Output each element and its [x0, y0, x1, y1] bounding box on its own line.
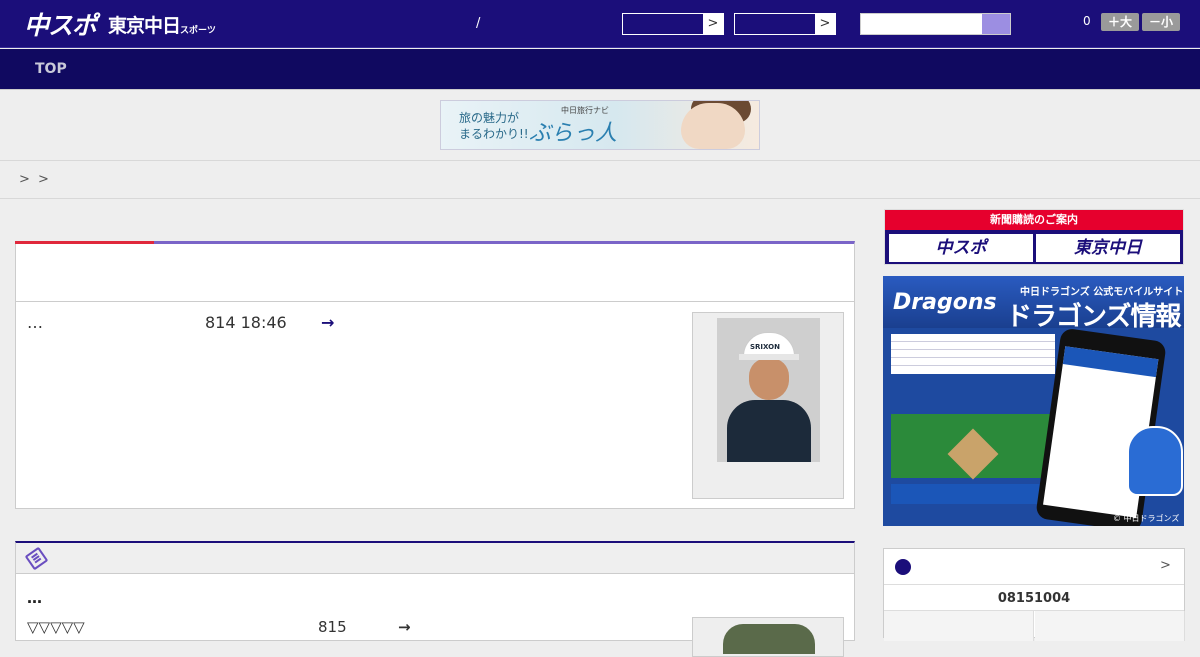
- cap-logo: SRIXON: [750, 343, 780, 351]
- read-more-link[interactable]: →: [398, 618, 411, 636]
- font-larger-button[interactable]: ＋大: [1101, 13, 1139, 31]
- select-arrow-icon: >: [815, 14, 835, 34]
- site-header: 中スポ 東京中日 スポーツ / > > 0 ＋大 －小: [0, 0, 1200, 48]
- table-cell: [884, 611, 1034, 641]
- search-input[interactable]: [860, 13, 1011, 35]
- font-smaller-button[interactable]: －小: [1142, 13, 1180, 31]
- logo-sports: スポーツ: [180, 25, 216, 36]
- standings-date: 08151004: [997, 591, 1071, 606]
- select-arrow-icon: >: [703, 14, 723, 34]
- site-logo[interactable]: 中スポ 東京中日 スポーツ: [24, 8, 216, 40]
- travel-banner-ad[interactable]: 旅の魅力が まるわかり!! 中日旅行ナビ ぶらっ人: [440, 100, 760, 150]
- golfer-photo: SRIXON: [717, 318, 820, 462]
- article-list: … ▽▽▽▽▽ 815 →: [15, 541, 855, 657]
- banner-model-image: [681, 103, 745, 149]
- read-more-link[interactable]: →: [321, 313, 334, 332]
- ticket-icon: [24, 546, 49, 571]
- standings-widget: > 08151004: [883, 548, 1185, 641]
- subscribe-chuspo-button[interactable]: 中スポ: [889, 234, 1033, 262]
- subscribe-tokyo-chunichi-button[interactable]: 東京中日: [1036, 234, 1180, 262]
- article-main: … 814 18:46 → SRIXON: [15, 241, 855, 509]
- list-item-thumbnail[interactable]: [692, 617, 844, 657]
- article-excerpt: …: [27, 313, 43, 332]
- section-select[interactable]: >: [734, 13, 836, 35]
- dragons-mobile-ad[interactable]: Dragons 中日ドラゴンズ 公式モバイルサイト ドラゴンズ情報 © 中日ドラ…: [883, 276, 1184, 526]
- breadcrumb-separator: >: [19, 172, 30, 187]
- list-title: …: [27, 589, 42, 607]
- global-nav: TOP: [0, 49, 1200, 89]
- category-select[interactable]: >: [622, 13, 724, 35]
- baseball-field-graphic: [891, 414, 1055, 480]
- photo-body: [727, 400, 811, 462]
- search-button[interactable]: [982, 14, 1010, 34]
- divider: [16, 301, 854, 302]
- banner-brand: ぶらっ人: [529, 121, 618, 146]
- header-separator: /: [476, 16, 481, 31]
- thumbnail-photo: [723, 624, 815, 654]
- logo-chuspo: 中スポ: [24, 11, 97, 40]
- article-date: 814 18:46: [205, 313, 287, 332]
- logo-tokyo-chunichi: 東京中日: [108, 14, 181, 37]
- subscription-banner[interactable]: 新聞購読のご案内 中スポ 東京中日: [884, 209, 1184, 265]
- photo-face: [749, 358, 789, 400]
- title-accent-bar: [15, 241, 154, 244]
- banner-text: 旅の魅力が まるわかり!!: [459, 111, 529, 141]
- scoreboard-graphic: [891, 334, 1055, 374]
- list-item-date: 815: [318, 618, 347, 636]
- ad-title: ドラゴンズ情報: [1006, 302, 1181, 332]
- article-thumbnail[interactable]: SRIXON: [692, 312, 844, 499]
- baseball-icon: [895, 559, 911, 575]
- table-cell: [1035, 611, 1185, 641]
- app-menu-graphic: [891, 484, 1055, 504]
- font-size-indicator: 0: [1083, 14, 1091, 28]
- ad-bar: 旅の魅力が まるわかり!! 中日旅行ナビ ぶらっ人: [0, 89, 1200, 161]
- breadcrumb: > >: [0, 161, 1200, 199]
- mascot-image: [1127, 426, 1183, 496]
- standings-table: [884, 610, 1185, 641]
- breadcrumb-separator: >: [38, 172, 49, 187]
- nav-top-link[interactable]: TOP: [35, 61, 67, 77]
- list-header: [16, 543, 854, 574]
- chevron-right-icon[interactable]: >: [1160, 558, 1171, 573]
- ad-copyright: © 中日ドラゴンズ: [1113, 514, 1180, 523]
- dragons-logo: Dragons: [893, 290, 997, 315]
- photo-cap-bill: [739, 354, 799, 360]
- list-item-text: ▽▽▽▽▽: [27, 618, 85, 636]
- standings-header[interactable]: >: [884, 549, 1184, 585]
- subscription-title: 新聞購読のご案内: [885, 210, 1183, 230]
